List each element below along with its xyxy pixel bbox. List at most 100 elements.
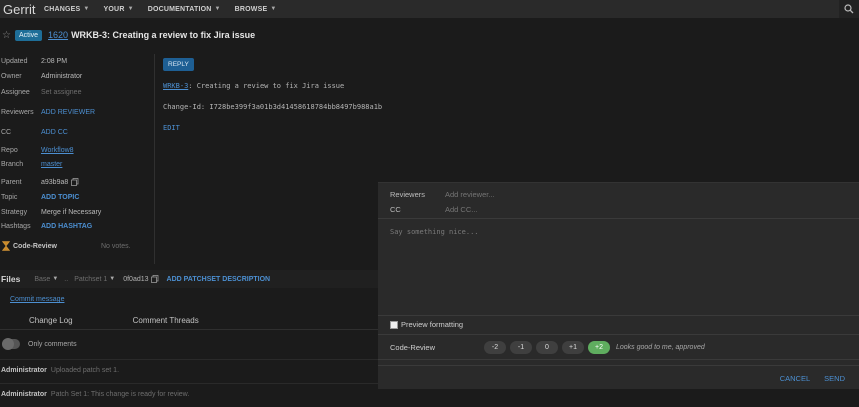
- send-button[interactable]: SEND: [824, 374, 845, 383]
- patchset-select[interactable]: Patchset 1: [74, 276, 107, 283]
- meta-value: 2:08 PM: [41, 57, 68, 65]
- message-text: Patch Set 1: This change is ready for re…: [50, 391, 190, 398]
- only-comments-label: Only comments: [28, 340, 77, 348]
- meta-label: Owner: [1, 72, 22, 80]
- meta-label: Repo: [1, 146, 18, 154]
- reply-button[interactable]: REPLY: [163, 58, 194, 71]
- message-item[interactable]: Administrator Uploaded patch set 1.: [0, 359, 378, 381]
- edit-button[interactable]: EDIT: [163, 124, 382, 132]
- commit-subject: WRKB-3: Creating a review to fix Jira is…: [163, 82, 382, 90]
- jira-issue-link[interactable]: WRKB-3: [163, 82, 188, 90]
- meta-topic: Topic ADD TOPIC: [0, 190, 155, 204]
- reviewers-row: Reviewers: [378, 190, 859, 199]
- meta-label: Branch: [1, 160, 24, 168]
- comment-textarea[interactable]: Say something nice...: [378, 218, 859, 316]
- history-tabs: Change Log Comment Threads: [0, 312, 378, 330]
- commit-message-area: REPLY WRKB-3: Creating a review to fix J…: [163, 58, 382, 132]
- message-author: Administrator: [1, 391, 47, 398]
- nav-documentation-label: DOCUMENTATION: [147, 5, 212, 13]
- commit-message-link[interactable]: Commit message: [10, 296, 64, 303]
- meta-updated: Updated 2:08 PM: [0, 54, 155, 68]
- add-reviewer-input[interactable]: [445, 190, 645, 199]
- nav-your[interactable]: YOUR ▼: [104, 6, 134, 13]
- copy-icon[interactable]: [71, 178, 79, 186]
- only-comments-toggle[interactable]: [2, 338, 20, 350]
- meta-strategy: Strategy Merge if Necessary: [0, 205, 155, 219]
- add-patchset-description-button[interactable]: ADD PATCHSET DESCRIPTION: [167, 276, 271, 283]
- change-title: WRKB-3: Creating a review to fix Jira is…: [71, 30, 256, 40]
- chevron-down-icon: ▼: [83, 6, 90, 12]
- change-header: ☆ Active 1620 WRKB-3: Creating a review …: [0, 22, 859, 48]
- reply-dialog: Reviewers CC Say something nice... Previ…: [378, 182, 859, 389]
- preview-checkbox[interactable]: [390, 320, 398, 329]
- change-id: Change-Id: I728be399f3a01b3d41458618784b…: [163, 103, 383, 111]
- status-badge: Active: [14, 29, 43, 41]
- meta-branch: Branch master: [0, 157, 155, 171]
- gerrit-logo[interactable]: Gerrit: [0, 2, 44, 17]
- meta-parent: Parent a93b9a8: [0, 175, 155, 189]
- star-icon[interactable]: ☆: [2, 30, 11, 41]
- vote-minus-1[interactable]: -1: [510, 340, 532, 354]
- nav-your-label: YOUR: [103, 5, 125, 13]
- nav-documentation[interactable]: DOCUMENTATION ▼: [148, 6, 221, 13]
- range-separator: ..: [64, 275, 69, 283]
- nav-browse[interactable]: BROWSE ▼: [235, 6, 277, 13]
- preview-row: Preview formatting: [378, 320, 859, 329]
- cc-label: CC: [390, 205, 401, 214]
- preview-label: Preview formatting: [401, 320, 464, 329]
- only-comments-row: Only comments: [0, 338, 77, 350]
- meta-assignee: Assignee Set assignee: [0, 85, 155, 99]
- change-number-link[interactable]: 1620: [48, 30, 68, 40]
- add-cc-input[interactable]: [445, 205, 645, 214]
- cancel-button[interactable]: CANCEL: [780, 374, 810, 383]
- chevron-down-icon: ▼: [270, 6, 277, 12]
- reviewers-label: Reviewers: [390, 190, 426, 199]
- add-hashtag-button[interactable]: ADD HASHTAG: [41, 223, 92, 230]
- top-nav-bar: Gerrit CHANGES ▼ YOUR ▼ DOCUMENTATION ▼ BRO…: [0, 0, 859, 18]
- vote-minus-2[interactable]: -2: [484, 340, 506, 354]
- set-assignee-button[interactable]: Set assignee: [41, 89, 81, 96]
- meta-label: Parent: [1, 178, 22, 186]
- code-review-label: Code-Review: [13, 242, 57, 250]
- repo-link[interactable]: Workflow8: [41, 147, 74, 154]
- search-button[interactable]: [839, 0, 859, 18]
- copy-icon[interactable]: [150, 275, 159, 283]
- owner-link[interactable]: Administrator: [41, 73, 82, 80]
- add-cc-button[interactable]: ADD CC: [41, 129, 68, 136]
- parent-commit[interactable]: a93b9a8: [41, 179, 68, 186]
- vote-0[interactable]: 0: [536, 340, 558, 354]
- dialog-footer: CANCEL SEND: [378, 365, 859, 390]
- chevron-down-icon: ▼: [127, 6, 134, 12]
- strategy-value: Merge if Necessary: [41, 208, 102, 216]
- meta-label: Assignee: [1, 88, 30, 96]
- commit-subject-text: : Creating a review to fix Jira issue: [188, 82, 345, 90]
- comment-placeholder: Say something nice...: [390, 228, 479, 236]
- search-icon: [844, 4, 854, 14]
- meta-owner: Owner Administrator: [0, 69, 155, 83]
- meta-hashtags: Hashtags ADD HASHTAG: [0, 219, 155, 233]
- nav-changes-label: CHANGES: [44, 5, 81, 13]
- files-header: Files Base ▼ .. Patchset 1 ▼ 0f0ad13 ADD…: [0, 270, 378, 288]
- base-select[interactable]: Base: [34, 276, 50, 283]
- add-reviewer-button[interactable]: ADD REVIEWER: [41, 109, 95, 116]
- vote-plus-1[interactable]: +1: [562, 340, 584, 354]
- meta-label: CC: [1, 128, 12, 136]
- meta-reviewers: Reviewers ADD REVIEWER: [0, 105, 155, 119]
- parent-value: a93b9a8: [41, 178, 79, 186]
- add-topic-button[interactable]: ADD TOPIC: [41, 194, 79, 201]
- vote-plus-2[interactable]: +2: [588, 340, 610, 354]
- meta-label: Hashtags: [1, 222, 31, 230]
- change-metadata: Updated 2:08 PM Owner Administrator Assign…: [0, 54, 155, 264]
- meta-label: Reviewers: [1, 108, 34, 116]
- nav-changes[interactable]: CHANGES ▼: [44, 6, 90, 13]
- tab-change-log[interactable]: Change Log: [29, 316, 73, 325]
- meta-repo: Repo Workflow8: [0, 143, 155, 157]
- patchset-commit: 0f0ad13: [123, 275, 149, 283]
- meta-label: Strategy: [1, 208, 28, 216]
- branch-link[interactable]: master: [41, 161, 62, 168]
- toggle-knob: [2, 338, 14, 350]
- message-item[interactable]: Administrator Patch Set 1: This change i…: [0, 383, 378, 405]
- tab-comment-threads[interactable]: Comment Threads: [133, 316, 199, 325]
- files-title: Files: [1, 274, 21, 284]
- vote-description: Looks good to me, approved: [616, 343, 705, 351]
